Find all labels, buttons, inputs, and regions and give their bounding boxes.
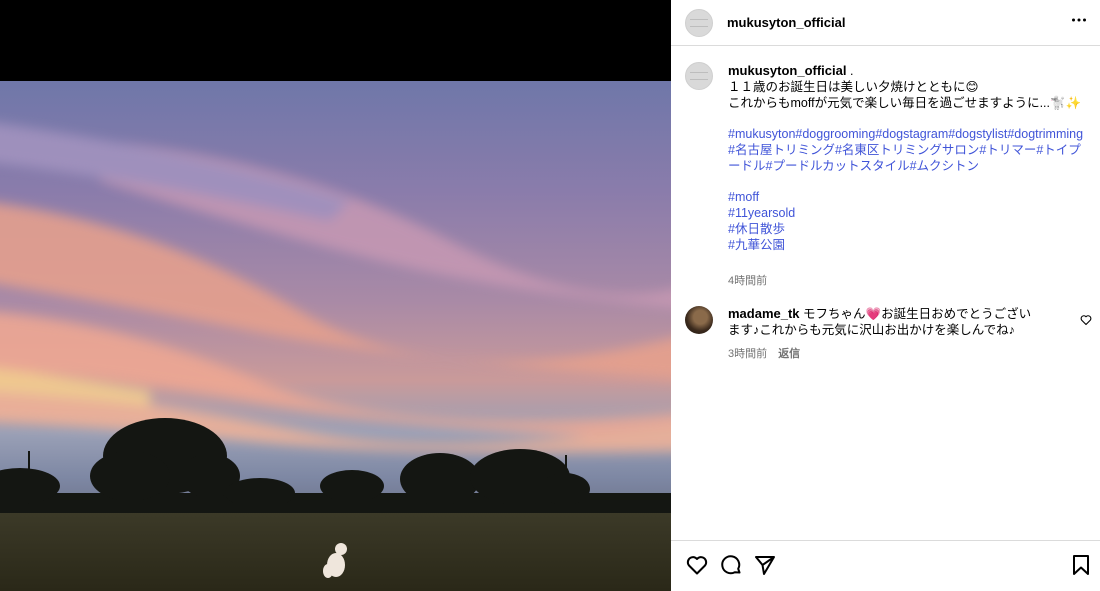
comment-timestamp[interactable]: 3時間前 (728, 348, 767, 360)
caption-username[interactable]: mukusyton_official (728, 63, 846, 78)
hashtag-moff[interactable]: #moff (728, 189, 1086, 205)
comment-meta: 3時間前 返信 (728, 345, 808, 361)
comment-like-heart-icon[interactable] (1080, 313, 1092, 326)
sunset-photo (0, 81, 671, 591)
hashtags-block-2[interactable]: #名古屋トリミング#名東区トリミングサロン#トリマー#トイプードル#プードルカッ… (728, 142, 1086, 174)
hashtags-block-1[interactable]: #mukusyton#doggrooming#dogstagram#dogsty… (728, 126, 1086, 142)
hashtag-11yearsold[interactable]: #11yearsold (728, 205, 1086, 221)
caption-username-suffix: . (846, 64, 854, 78)
author-avatar[interactable] (685, 9, 713, 37)
hashtag-kyujitsu-sanpo[interactable]: #休日散歩 (728, 221, 1086, 237)
action-bar (671, 540, 1100, 591)
reply-button[interactable]: 返信 (778, 348, 800, 360)
commenter-avatar[interactable] (685, 306, 713, 334)
post-side-panel: mukusyton_official mukusyton_official . … (671, 0, 1100, 591)
caption-timestamp[interactable]: 4時間前 (728, 272, 767, 288)
hashtag-kyuka-koen[interactable]: #九華公園 (728, 237, 1086, 253)
comment-icon[interactable] (719, 553, 743, 577)
author-username[interactable]: mukusyton_official (727, 15, 845, 30)
caption-line-2: これからもmoffが元気で楽しい毎日を過ごせますように...🐩✨ (728, 96, 1082, 110)
caption-avatar[interactable] (685, 62, 713, 90)
post-header: mukusyton_official (671, 0, 1100, 46)
more-dots-icon[interactable] (1071, 12, 1087, 33)
commenter-username[interactable]: madame_tk (728, 306, 800, 321)
heart-icon[interactable] (685, 553, 709, 577)
send-icon[interactable] (753, 553, 777, 577)
comment: madame_tk モフちゃん💗お誕生日おめでとうございます♪これからも元気に沢… (728, 306, 1040, 338)
post-caption: mukusyton_official . １１歳のお誕生日は美しい夕焼けとともに… (728, 63, 1086, 253)
post-media[interactable] (0, 0, 671, 591)
bookmark-icon[interactable] (1069, 553, 1093, 577)
caption-line-1: １１歳のお誕生日は美しい夕焼けとともに😊 (728, 80, 979, 94)
